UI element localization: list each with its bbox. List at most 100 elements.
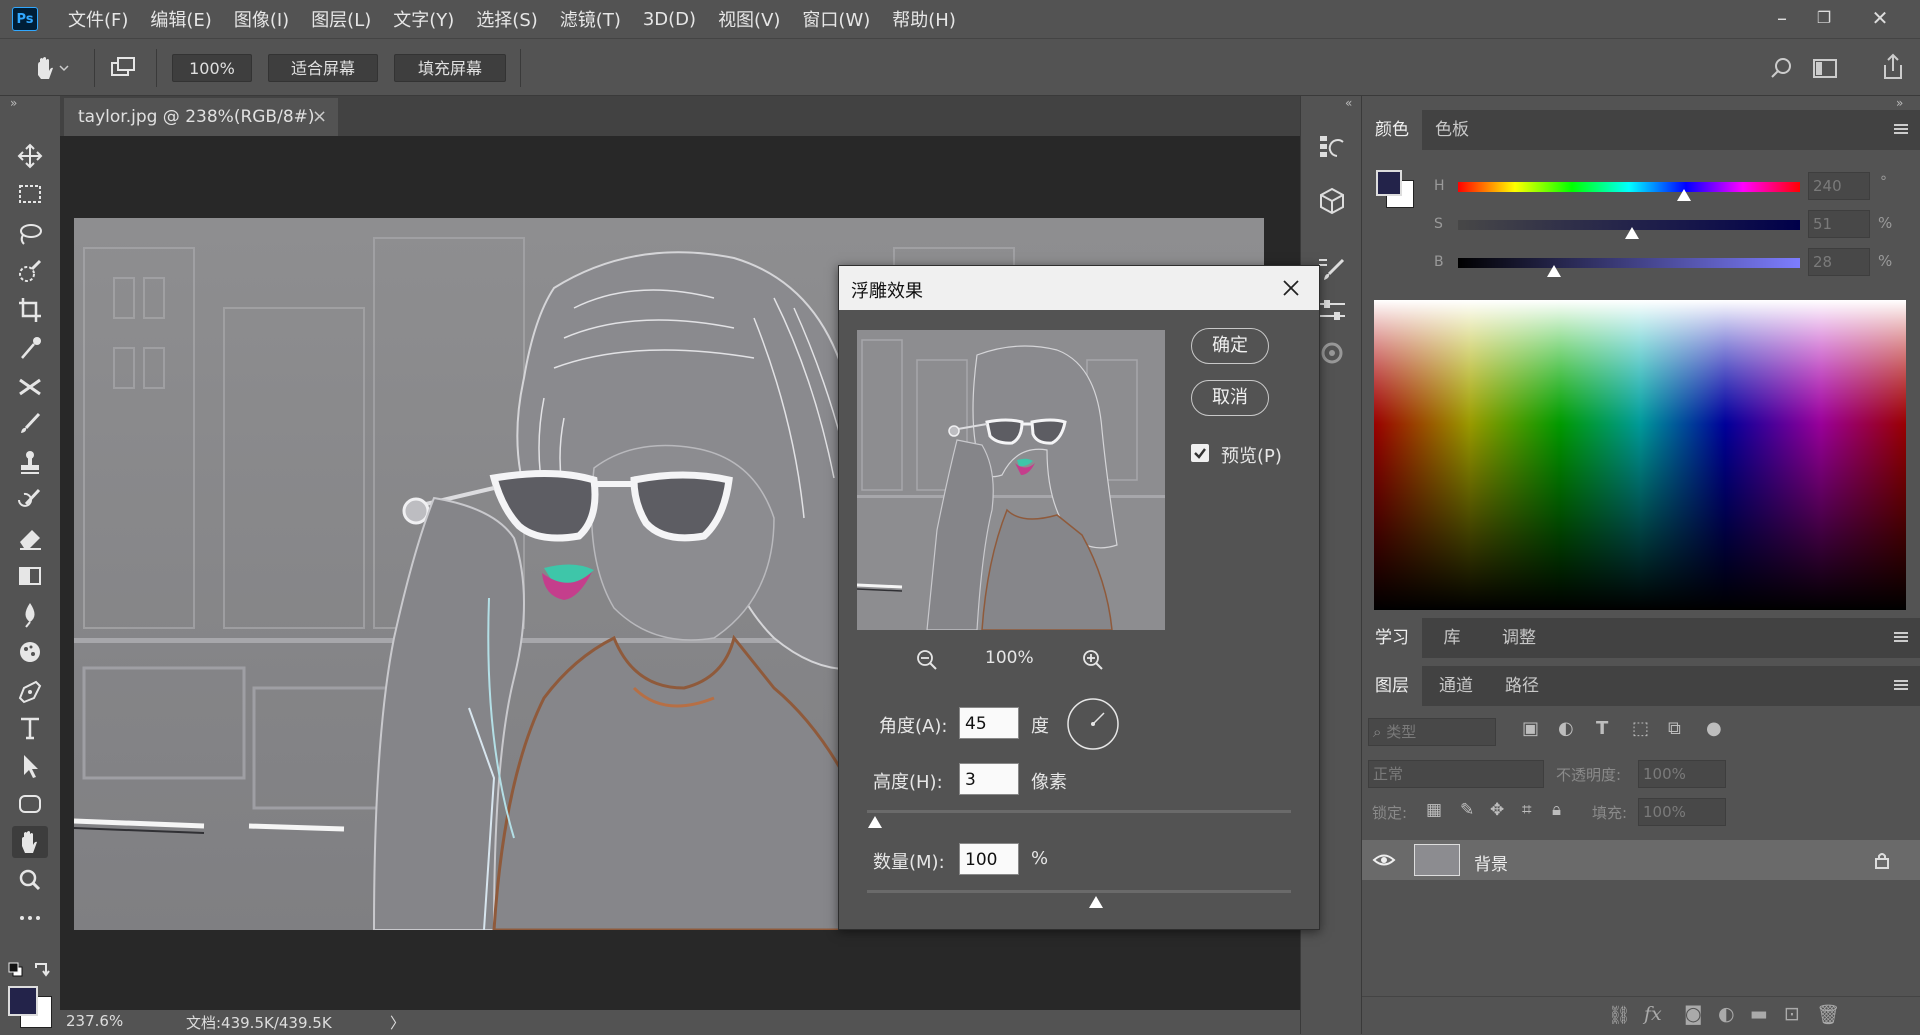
tab-close-icon[interactable]: ×: [312, 98, 327, 136]
lock-pixels-icon[interactable]: ✎: [1460, 800, 1474, 820]
panel-menu-button[interactable]: [1892, 628, 1910, 646]
brightness-slider-track[interactable]: [1458, 258, 1800, 268]
menu-help[interactable]: 帮助(H): [892, 6, 956, 32]
hand-tool-preset[interactable]: [30, 53, 70, 83]
lock-position-icon[interactable]: ✥: [1490, 800, 1504, 820]
gradient-tool[interactable]: [12, 560, 48, 592]
move-tool[interactable]: [12, 140, 48, 172]
panel-menu-button[interactable]: [1892, 676, 1910, 694]
smart-object-filter-icon[interactable]: ⧉: [1668, 718, 1681, 739]
default-colors-button[interactable]: [8, 962, 28, 982]
panel-collapse-icon[interactable]: »: [1896, 96, 1903, 110]
eraser-tool[interactable]: [12, 522, 48, 554]
dialog-close-button[interactable]: [1279, 276, 1303, 300]
properties-panel-button[interactable]: [1315, 294, 1349, 328]
workspace-button[interactable]: [1810, 53, 1844, 83]
fx-icon[interactable]: fx: [1644, 1003, 1662, 1025]
close-window-button[interactable]: ✕: [1862, 4, 1898, 32]
amount-input[interactable]: 100: [959, 843, 1019, 875]
pen-tool[interactable]: [12, 674, 48, 706]
preview-zoom-out-button[interactable]: [915, 648, 939, 672]
filter-toggle-icon[interactable]: ●: [1706, 718, 1722, 739]
saturation-input[interactable]: 51: [1808, 210, 1870, 238]
collapse-icon[interactable]: »: [10, 96, 17, 110]
lock-artboard-icon[interactable]: ⌗: [1522, 800, 1532, 820]
shape-filter-icon[interactable]: ⬚: [1632, 718, 1649, 739]
layer-lock-button[interactable]: [1872, 850, 1892, 870]
blur-tool[interactable]: [12, 598, 48, 630]
visibility-toggle[interactable]: [1372, 848, 1396, 872]
brightness-slider-thumb[interactable]: [1546, 265, 1561, 277]
folder-icon[interactable]: ▬: [1750, 1003, 1768, 1025]
quick-select-tool[interactable]: [12, 256, 48, 288]
tab-paths[interactable]: 路径: [1490, 666, 1554, 706]
path-select-tool[interactable]: [12, 750, 48, 782]
status-menu-arrow[interactable]: 〉: [390, 1012, 405, 1033]
3d-panel-button[interactable]: [1315, 184, 1349, 218]
new-layer-icon[interactable]: ⊡: [1784, 1003, 1800, 1025]
fill-screen-button[interactable]: 填充屏幕: [394, 54, 506, 82]
color-spectrum[interactable]: [1374, 300, 1906, 610]
menu-select[interactable]: 选择(S): [476, 6, 537, 32]
menu-edit[interactable]: 编辑(E): [150, 6, 211, 32]
layer-filter-select[interactable]: ⌕ 类型: [1368, 718, 1496, 746]
restore-button[interactable]: ❐: [1806, 4, 1842, 32]
swap-colors-button[interactable]: [32, 960, 52, 980]
menu-window[interactable]: 窗口(W): [802, 6, 870, 32]
history-brush-tool[interactable]: [12, 484, 48, 516]
more-tools-button[interactable]: [12, 902, 48, 934]
lock-transparency-icon[interactable]: ▦: [1426, 800, 1442, 820]
minimize-button[interactable]: –: [1764, 4, 1800, 32]
scroll-all-windows-button[interactable]: [108, 53, 138, 83]
tab-swatches[interactable]: 色板: [1422, 110, 1482, 150]
menu-view[interactable]: 视图(V): [718, 6, 780, 32]
tab-channels[interactable]: 通道: [1424, 666, 1488, 706]
amount-slider-thumb[interactable]: [1088, 896, 1103, 908]
layer-name[interactable]: 背景: [1474, 850, 1508, 875]
menu-layer[interactable]: 图层(L): [311, 6, 371, 32]
foreground-color-swatch[interactable]: [8, 986, 38, 1016]
status-zoom[interactable]: 237.6%: [66, 1012, 123, 1030]
saturation-slider-thumb[interactable]: [1625, 227, 1640, 239]
hue-slider-track[interactable]: [1458, 182, 1800, 192]
fill-input[interactable]: 100%: [1638, 798, 1726, 826]
angle-dial[interactable]: [1067, 698, 1119, 750]
layer-row[interactable]: 背景: [1362, 840, 1920, 880]
tab-layers[interactable]: 图层: [1362, 666, 1422, 706]
height-input[interactable]: 3: [959, 763, 1019, 795]
zoom-100-button[interactable]: 100%: [172, 54, 252, 82]
share-button[interactable]: [1878, 51, 1908, 83]
panel-foreground-swatch[interactable]: [1376, 170, 1402, 196]
menu-3d[interactable]: 3D(D): [643, 9, 696, 30]
height-slider-thumb[interactable]: [868, 816, 883, 828]
brush-tool[interactable]: [12, 408, 48, 440]
tab-learn[interactable]: 学习: [1362, 618, 1422, 658]
expand-icon[interactable]: «: [1345, 96, 1352, 110]
search-button[interactable]: [1766, 53, 1796, 83]
stamp-tool[interactable]: [12, 446, 48, 478]
lasso-tool[interactable]: [12, 218, 48, 250]
marquee-tool[interactable]: [12, 178, 48, 210]
adjustment-layer-icon[interactable]: ◐: [1718, 1003, 1735, 1025]
blend-mode-select[interactable]: 正常: [1368, 760, 1544, 788]
lock-all-icon[interactable]: 🔒︎: [1552, 800, 1561, 820]
brightness-input[interactable]: 28: [1808, 248, 1870, 276]
hue-slider-thumb[interactable]: [1676, 189, 1691, 201]
type-filter-icon[interactable]: T: [1596, 718, 1608, 739]
shape-tool[interactable]: [12, 788, 48, 820]
hue-input[interactable]: 240: [1808, 172, 1870, 200]
tab-libraries[interactable]: 库: [1422, 618, 1482, 658]
dodge-tool[interactable]: [12, 636, 48, 668]
panel-menu-button[interactable]: [1892, 120, 1910, 138]
link-layers-icon[interactable]: ⛓: [1608, 1005, 1631, 1026]
pixel-filter-icon[interactable]: ▣: [1522, 718, 1539, 739]
adjustment-filter-icon[interactable]: ◐: [1558, 718, 1574, 739]
preview-checkbox[interactable]: [1191, 444, 1209, 462]
preview-zoom-in-button[interactable]: [1081, 648, 1105, 672]
filter-preview[interactable]: [857, 330, 1165, 630]
angle-input[interactable]: 45: [959, 707, 1019, 739]
cancel-button[interactable]: 取消: [1191, 380, 1269, 416]
height-slider-track[interactable]: [867, 810, 1291, 813]
zoom-tool[interactable]: [12, 864, 48, 896]
crop-tool[interactable]: [12, 294, 48, 326]
